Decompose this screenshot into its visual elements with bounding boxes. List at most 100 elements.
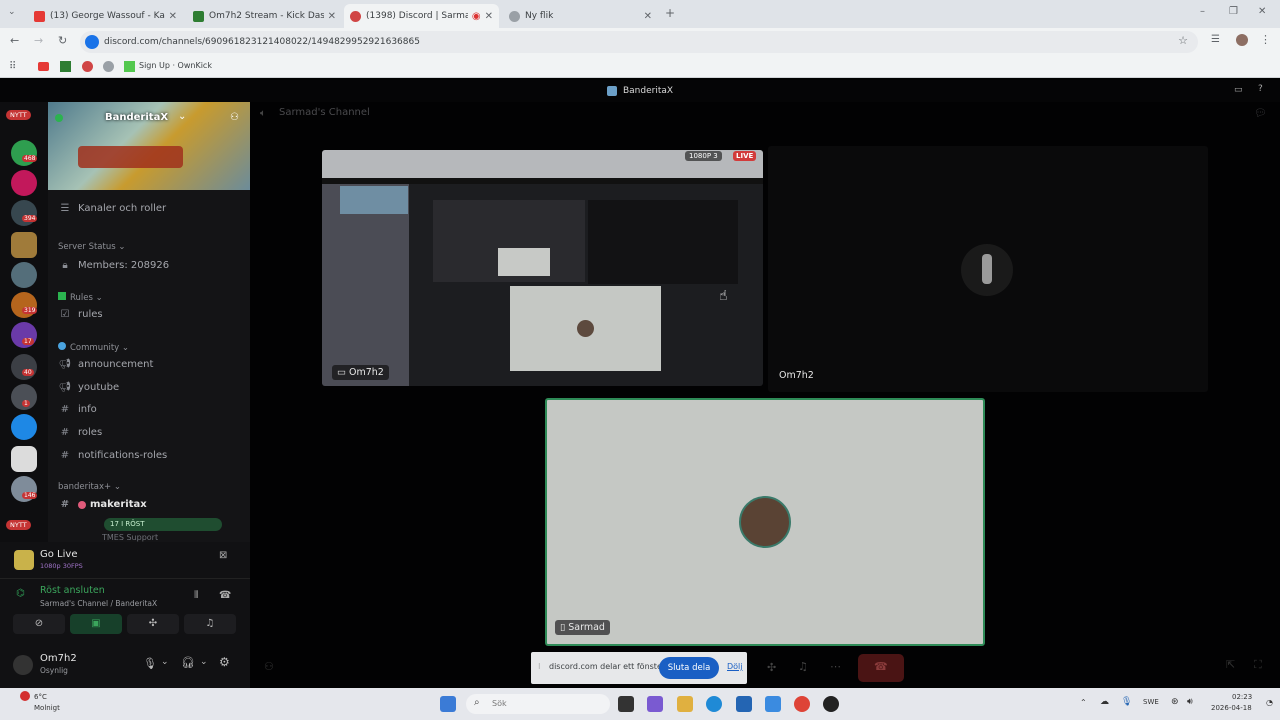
close-icon[interactable]: ✕ [644, 11, 652, 22]
server-name[interactable]: BanderitaX [105, 112, 168, 123]
file-explorer-icon[interactable] [677, 696, 693, 712]
channel-roles[interactable]: # roles [58, 427, 102, 438]
drag-handle-icon[interactable]: ⁝ [538, 662, 541, 671]
inbox-icon[interactable]: ▭ [1234, 85, 1243, 95]
activities-icon[interactable]: ✣ [767, 661, 776, 674]
reload-icon[interactable]: ↻ [58, 34, 67, 47]
tab-search-icon[interactable]: ⌄ [8, 7, 16, 17]
server-icon-10[interactable] [11, 414, 37, 440]
chevron-down-icon[interactable]: ⌄ [161, 657, 169, 667]
mic-tray-icon[interactable]: 🎙︎ [1121, 697, 1132, 707]
mail-icon[interactable] [765, 696, 781, 712]
task-view-icon[interactable] [618, 696, 634, 712]
more-options-icon[interactable]: ⋯ [830, 660, 841, 673]
server-icon-5[interactable] [11, 262, 37, 288]
invite-icon[interactable]: ⚇ [230, 112, 239, 123]
hide-link[interactable]: Dölj [727, 662, 743, 671]
close-window-icon[interactable]: ✕ [1258, 6, 1266, 17]
camera-off-button[interactable]: ⊘ [13, 614, 65, 634]
server-icon-1[interactable] [11, 140, 37, 166]
participant-tile-sarmad[interactable]: ▯ Sarmad [545, 398, 985, 646]
new-tab-button[interactable]: + [665, 6, 675, 20]
wifi-icon[interactable]: ⊛ [1171, 697, 1179, 707]
activities-button[interactable]: ✣ [127, 614, 179, 634]
channel-notifications-roles[interactable]: # notifications-roles [58, 450, 167, 461]
voice-connected-status[interactable]: Röst ansluten [40, 585, 105, 596]
avatar[interactable] [13, 655, 33, 675]
soundboard-icon[interactable]: ♫ [798, 660, 808, 673]
server-icon-2[interactable] [11, 170, 37, 196]
voice-channel-path[interactable]: Sarmad's Channel / BanderitaX [40, 599, 157, 608]
stream-tile[interactable]: 1080P 3 LIVE ▭ Om7h2 [322, 150, 763, 386]
back-icon[interactable]: ← [10, 34, 19, 47]
tab-youtube[interactable]: (13) George Wassouf - Kalam E ✕ [28, 4, 183, 28]
notification-bell-icon[interactable]: ◔ [1266, 698, 1273, 707]
search-box[interactable]: ⌕ Sök [466, 694, 610, 714]
channel-rules[interactable]: ☑ rules [58, 309, 103, 320]
chevron-down-icon[interactable]: ⌄ [178, 111, 186, 122]
restore-icon[interactable]: ❐ [1229, 6, 1238, 17]
chrome-icon[interactable] [794, 696, 810, 712]
participant-tile-om7h2[interactable]: Om7h2 [768, 146, 1208, 392]
stop-stream-icon[interactable]: ⊠ [219, 550, 227, 561]
weather-temp[interactable]: 6°C [34, 693, 47, 701]
category-community[interactable]: Community ⌄ [58, 342, 129, 353]
clock-date[interactable]: 2026-04-18 [1211, 704, 1252, 712]
headphones-icon[interactable]: 🎧︎ [181, 656, 195, 669]
popout-icon[interactable]: ⇱ [1226, 658, 1235, 671]
kick-bookmark-icon[interactable] [60, 61, 71, 72]
close-icon[interactable]: ✕ [328, 11, 336, 22]
tab-kick[interactable]: Om7h2 Stream - Kick Dashboar ✕ [187, 4, 342, 28]
voice-count-pill[interactable]: 17 I RÖST [104, 518, 222, 531]
volume-icon[interactable]: 🔊︎ [1187, 697, 1193, 707]
profile-avatar[interactable] [1236, 34, 1248, 46]
settings-gear-icon[interactable]: ⚙ [219, 655, 230, 669]
bookmark-star-icon[interactable]: ☆ [1178, 34, 1188, 47]
channel-announcement[interactable]: 📢︎ announcement [58, 359, 154, 370]
discord-bookmark-icon[interactable] [82, 61, 93, 72]
channel-tmes-support[interactable]: TMES Support [102, 533, 158, 542]
onedrive-icon[interactable]: ☁ [1100, 697, 1109, 707]
tab-discord[interactable]: (1398) Discord | Sarmad's C ◉ ✕ [344, 4, 499, 28]
extensions-icon[interactable]: ☰ [1211, 34, 1220, 45]
noise-suppression-icon[interactable]: ⦀ [194, 590, 198, 601]
fullscreen-icon[interactable]: ⛶ [1254, 658, 1262, 672]
server-icon-8[interactable] [11, 354, 37, 380]
windows-start-icon[interactable] [440, 696, 456, 712]
copilot-icon[interactable] [647, 696, 663, 712]
menu-icon[interactable]: ⋮ [1260, 33, 1271, 46]
url-bar[interactable]: discord.com/channels/690961823121408022/… [80, 31, 1198, 53]
stop-sharing-button[interactable]: Sluta dela [659, 657, 719, 679]
server-icon-11[interactable] [11, 446, 37, 472]
obs-icon[interactable] [823, 696, 839, 712]
store-icon[interactable] [736, 696, 752, 712]
help-icon[interactable]: ? [1258, 84, 1263, 94]
chevron-down-icon[interactable]: ⌄ [200, 657, 208, 667]
server-icon-4[interactable] [11, 232, 37, 258]
edge-icon[interactable] [706, 696, 722, 712]
disconnect-call-button[interactable]: ☎ [858, 654, 904, 682]
apps-grid-icon[interactable]: ⠿ [9, 61, 16, 72]
user-plus-icon[interactable]: ⚇ [264, 660, 274, 673]
microphone-icon[interactable]: 🎙︎ [143, 657, 157, 670]
tray-chevron-icon[interactable]: ⌃ [1080, 698, 1087, 707]
channel-makeritax[interactable]: # makeritax [58, 499, 147, 510]
server-icon-6[interactable] [11, 292, 37, 318]
forward-icon[interactable]: → [34, 34, 43, 47]
category-server-status[interactable]: Server Status ⌄ [58, 242, 126, 252]
category-rules[interactable]: Rules ⌄ [58, 292, 103, 303]
minimize-icon[interactable]: – [1200, 6, 1205, 17]
youtube-bookmark-icon[interactable] [38, 62, 49, 71]
screen-share-button[interactable]: ▣ [70, 614, 122, 634]
category-banderitax[interactable]: banderitax+ ⌄ [58, 482, 121, 492]
language-indicator[interactable]: SWE [1143, 698, 1159, 706]
close-icon[interactable]: ✕ [169, 11, 177, 22]
soundboard-button[interactable]: ♫ [184, 614, 236, 634]
server-icon-3[interactable] [11, 200, 37, 226]
channel-youtube[interactable]: 📢︎ youtube [58, 382, 120, 393]
channel-info[interactable]: # info [58, 404, 97, 415]
globe-bookmark-icon[interactable] [103, 61, 114, 72]
chat-bubble-icon[interactable]: 💬︎ [1254, 108, 1267, 119]
channel-members[interactable]: 🔒︎ Members: 208926 [58, 260, 169, 271]
close-icon[interactable]: ✕ [485, 11, 493, 22]
